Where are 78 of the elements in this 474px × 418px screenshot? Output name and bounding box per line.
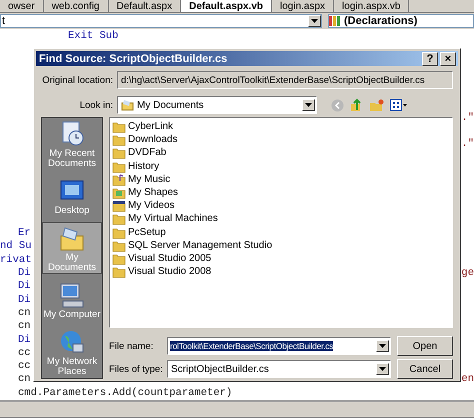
folder-item[interactable]: My Music bbox=[112, 172, 450, 186]
folder-item[interactable]: CyberLink bbox=[112, 120, 450, 134]
field-label: Files of type: bbox=[109, 364, 164, 374]
cancel-button[interactable]: Cancel bbox=[397, 359, 453, 379]
look-in-dropdown[interactable]: My Documents bbox=[117, 96, 317, 114]
folder-item[interactable]: Visual Studio 2005 bbox=[112, 252, 450, 266]
file-name-field[interactable]: rolToolkit\ExtenderBase\ScriptObjectBuilder.cs bbox=[167, 337, 391, 355]
new-folder-icon[interactable] bbox=[369, 98, 384, 112]
code-text: Di bbox=[18, 280, 31, 294]
documents-folder-icon bbox=[121, 99, 134, 111]
selected-text: rolToolkit\ExtenderBase\ScriptObjectBuilder.cs bbox=[170, 341, 334, 351]
folder-item[interactable]: PcSetup bbox=[112, 226, 450, 239]
close-button[interactable]: × bbox=[440, 52, 456, 66]
place-label: My Network Places bbox=[46, 356, 98, 376]
dropdown-value: ScriptObjectBuilder.cs bbox=[171, 364, 270, 374]
folder-item[interactable]: Visual Studio 2008 bbox=[112, 265, 450, 278]
open-button[interactable]: Open bbox=[397, 336, 453, 356]
folder-item[interactable]: My Shapes bbox=[112, 186, 450, 200]
folder-icon bbox=[112, 226, 126, 239]
code-text: en bbox=[461, 373, 474, 387]
original-location-field: d:\hg\act\Server\AjaxControlToolkit\ExtenderBase\ScriptObjectBuilder.cs bbox=[117, 71, 453, 89]
dropdown-value: t bbox=[1, 15, 6, 27]
place-label: My Recent Documents bbox=[46, 148, 98, 168]
folder-item[interactable]: My Videos bbox=[112, 199, 450, 212]
place-label: My Documents bbox=[46, 252, 98, 272]
member-dropdown[interactable]: t bbox=[0, 14, 322, 28]
code-text: Di bbox=[18, 334, 31, 347]
code-text: Er bbox=[18, 227, 31, 240]
code-text: cn bbox=[18, 320, 31, 334]
file-tab[interactable]: web.config bbox=[44, 0, 108, 12]
code-text: cmd.Parameters.Add(countparameter) bbox=[18, 386, 232, 400]
field-label: File name: bbox=[109, 340, 154, 352]
code-text: ge bbox=[461, 267, 474, 280]
folder-item[interactable]: History bbox=[112, 160, 450, 173]
file-type-dropdown[interactable]: ScriptObjectBuilder.cs bbox=[167, 360, 391, 378]
folder-icon bbox=[112, 146, 126, 160]
music-folder-icon bbox=[112, 172, 126, 186]
folder-icon bbox=[112, 212, 126, 226]
place-label: Desktop bbox=[54, 206, 90, 216]
folder-item[interactable]: Downloads bbox=[112, 133, 450, 146]
help-button[interactable]: ? bbox=[422, 52, 438, 66]
code-text: nd Su bbox=[0, 240, 32, 254]
file-tab[interactable]: Default.aspx bbox=[108, 0, 182, 12]
folder-icon bbox=[112, 265, 126, 278]
folder-icon bbox=[112, 238, 126, 252]
code-text: cc bbox=[18, 360, 31, 374]
place-label: My Computer bbox=[43, 310, 100, 320]
field-label: Look in: bbox=[78, 100, 113, 110]
declarations-dropdown[interactable]: (Declarations) bbox=[328, 14, 474, 28]
code-text: cn bbox=[18, 306, 31, 320]
folder-icon bbox=[112, 120, 126, 134]
code-text: cc bbox=[18, 346, 31, 360]
code-text: rivat bbox=[0, 254, 32, 267]
dropdown-value: (Declarations) bbox=[344, 15, 418, 27]
place-item[interactable]: Desktop bbox=[42, 170, 102, 222]
dropdown-value: My Documents bbox=[137, 100, 205, 110]
field-label: Original location: bbox=[41, 74, 113, 86]
folder-item[interactable]: My Virtual Machines bbox=[112, 212, 450, 226]
code-text: ." bbox=[461, 138, 474, 151]
code-text: Di bbox=[18, 267, 31, 280]
video-folder-icon bbox=[112, 199, 126, 212]
place-item[interactable]: My Computer bbox=[42, 274, 102, 326]
code-text: Di bbox=[18, 294, 31, 307]
dialog-title: Find Source: ScriptObjectBuilder.cs bbox=[39, 52, 228, 64]
folder-icon bbox=[112, 133, 126, 146]
folder-item[interactable]: SQL Server Management Studio bbox=[112, 238, 450, 252]
code-text: cn bbox=[18, 373, 31, 387]
shapes-folder-icon bbox=[112, 186, 126, 200]
file-tab[interactable]: Default.aspx.vb bbox=[181, 0, 272, 12]
view-menu-icon[interactable] bbox=[390, 99, 408, 111]
place-item[interactable]: My Network Places bbox=[42, 326, 102, 378]
folder-icon bbox=[112, 252, 126, 265]
books-icon bbox=[329, 15, 341, 27]
folder-icon bbox=[112, 160, 126, 173]
code-text: Exit Sub bbox=[68, 30, 120, 43]
place-item[interactable]: My Recent Documents bbox=[42, 118, 102, 170]
folder-item[interactable]: DVDFab bbox=[112, 146, 450, 160]
code-text: ." bbox=[461, 112, 474, 125]
